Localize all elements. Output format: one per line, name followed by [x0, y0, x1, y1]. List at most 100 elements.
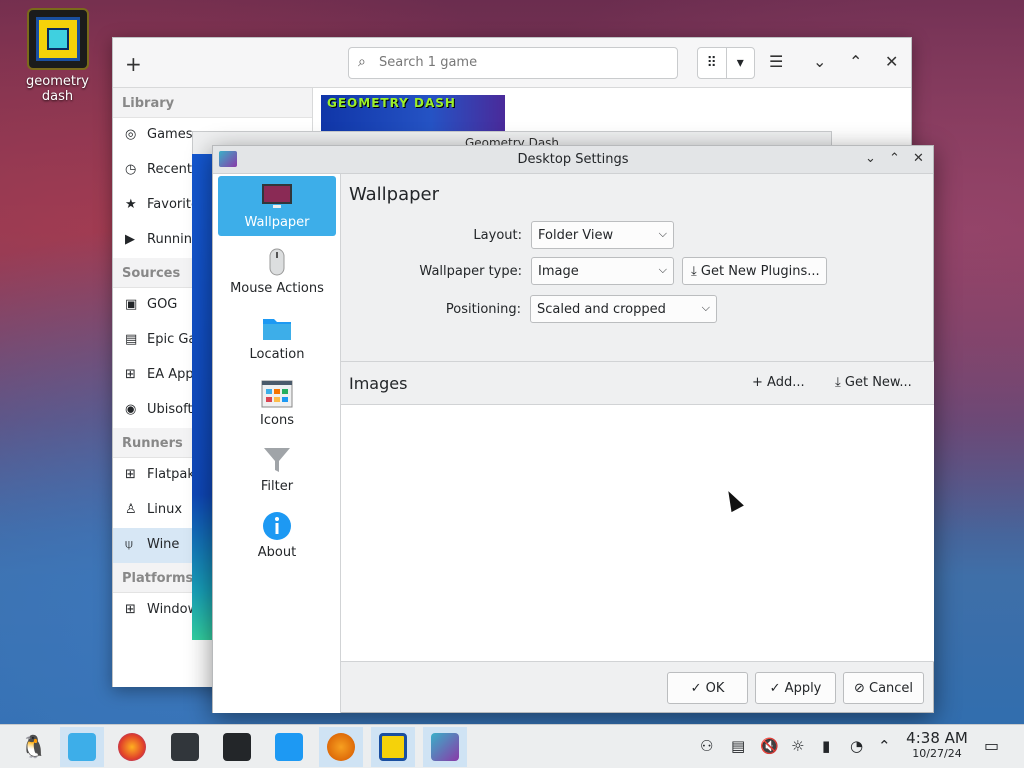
- taskbar-geometry-dash[interactable]: [371, 727, 415, 767]
- kde-connect-icon[interactable]: ⚇: [700, 737, 713, 755]
- add-image-button[interactable]: + Add...: [752, 375, 805, 390]
- nav-mouse-actions[interactable]: Mouse Actions: [218, 242, 336, 302]
- chevron-down-icon: ⌵: [658, 227, 667, 240]
- images-header: Images + Add... ⤓ Get New...: [341, 361, 934, 405]
- get-new-plugins-button[interactable]: ⤓ Get New Plugins...: [682, 257, 827, 285]
- app-launcher-button[interactable]: 🐧: [12, 727, 56, 767]
- plus-icon: +: [752, 375, 763, 390]
- page-title: Wallpaper: [349, 184, 440, 205]
- flatpak-icon: ⊞: [125, 467, 136, 482]
- nav-location[interactable]: Location: [218, 308, 336, 368]
- section-library: Library: [113, 88, 312, 118]
- desktop-settings-dialog: Desktop Settings ⌄ ⌃ ✕ Wallpaper Mouse A…: [212, 145, 934, 713]
- terminal-icon: [223, 733, 251, 761]
- taskbar-dolphin[interactable]: [60, 727, 104, 767]
- ok-button[interactable]: ✓ OK: [667, 672, 748, 704]
- show-desktop-icon[interactable]: ▭: [984, 736, 999, 755]
- brightness-icon[interactable]: ☼: [791, 737, 804, 755]
- network-icon[interactable]: ◔: [850, 737, 863, 755]
- icons-grid-icon: [261, 380, 293, 408]
- search-placeholder: Search 1 game: [379, 55, 478, 70]
- wine-icon: ⍦: [125, 537, 133, 552]
- minimize-icon[interactable]: ⌄: [813, 52, 826, 71]
- ea-icon: ⊞: [125, 367, 136, 382]
- chevron-down-icon[interactable]: ▾: [727, 48, 755, 78]
- store-icon: [275, 733, 303, 761]
- apply-button[interactable]: ✓ Apply: [755, 672, 836, 704]
- plasma-icon: [431, 733, 459, 761]
- download-icon: ⤓: [835, 375, 841, 390]
- check-icon: ✓: [690, 681, 702, 696]
- taskbar-lutris[interactable]: [319, 727, 363, 767]
- epic-icon: ▤: [125, 332, 138, 347]
- minimize-icon[interactable]: ⌄: [865, 151, 876, 166]
- mouse-icon: [269, 248, 285, 276]
- nav-filter[interactable]: Filter: [218, 440, 336, 500]
- taskbar-discover[interactable]: [267, 727, 311, 767]
- battery-icon[interactable]: ▮: [822, 737, 830, 755]
- taskbar-system-settings[interactable]: [163, 727, 207, 767]
- chevron-down-icon: ⌵: [658, 263, 667, 276]
- info-icon: [263, 512, 291, 540]
- star-icon: ★: [125, 197, 137, 212]
- clock-date: 10/27/24: [912, 747, 962, 760]
- geometry-dash-icon: [379, 733, 407, 761]
- taskbar: 🐧 ⚇ ▤ 🔇 ☼ ▮ ◔ ⌃ 4:38 AM 10/27/24 ▭: [0, 724, 1024, 768]
- wallpaper-type-select[interactable]: Image ⌵: [531, 257, 674, 285]
- volume-muted-icon[interactable]: 🔇: [760, 737, 779, 755]
- firefox-icon: [118, 733, 146, 761]
- taskbar-konsole[interactable]: [215, 727, 259, 767]
- filter-icon: [264, 448, 290, 472]
- view-toggle[interactable]: ⠿ ▾: [697, 47, 755, 79]
- settings-nav: Wallpaper Mouse Actions Location Icons F…: [213, 174, 341, 713]
- close-icon[interactable]: ✕: [913, 151, 924, 166]
- maximize-icon[interactable]: ⌃: [889, 151, 900, 166]
- game-banner[interactable]: GEOMETRY DASH: [321, 95, 505, 131]
- tux-icon: 🐧: [20, 734, 48, 760]
- sliders-icon: [171, 733, 199, 761]
- chevron-down-icon: ⌵: [701, 301, 710, 314]
- geometry-dash-icon: [26, 8, 89, 70]
- images-list[interactable]: [341, 405, 934, 661]
- play-icon: ▶: [125, 232, 135, 247]
- search-input[interactable]: ⌕ Search 1 game: [348, 47, 678, 79]
- lutris-icon: [327, 733, 355, 761]
- cancel-button[interactable]: ⊘ Cancel: [843, 672, 924, 704]
- lutris-header: + ⌕ Search 1 game ⠿ ▾ ☰ ⌄ ⌃ ✕: [113, 38, 911, 88]
- maximize-icon[interactable]: ⌃: [849, 52, 862, 71]
- get-new-wallpapers-button[interactable]: ⤓ Get New...: [835, 375, 912, 390]
- layout-label: Layout:: [473, 228, 522, 243]
- dialog-titlebar: Desktop Settings ⌄ ⌃ ✕: [213, 146, 933, 174]
- nav-icons[interactable]: Icons: [218, 374, 336, 434]
- clock-icon: ◷: [125, 162, 137, 177]
- dialog-title: Desktop Settings: [517, 152, 629, 167]
- taskbar-desktop-settings[interactable]: [423, 727, 467, 767]
- menu-icon[interactable]: ☰: [769, 52, 783, 71]
- layout-select[interactable]: Folder View ⌵: [531, 221, 674, 249]
- gog-icon: ▣: [125, 297, 138, 312]
- desktop-icon-geometry-dash[interactable]: geometry dash: [10, 8, 105, 104]
- check-icon: ✓: [769, 681, 781, 696]
- positioning-label: Positioning:: [445, 302, 521, 317]
- add-game-button[interactable]: +: [125, 52, 142, 76]
- download-icon: ⤓: [691, 264, 697, 279]
- close-icon[interactable]: ✕: [885, 52, 898, 71]
- clock[interactable]: 4:38 AM 10/27/24: [900, 731, 974, 761]
- wallpaper-type-label: Wallpaper type:: [419, 264, 522, 279]
- taskbar-firefox[interactable]: [110, 727, 154, 767]
- nav-wallpaper[interactable]: Wallpaper: [218, 176, 336, 236]
- clipboard-icon[interactable]: ▤: [731, 737, 745, 755]
- tux-icon: ♙: [125, 502, 137, 517]
- dialog-footer: ✓ OK ✓ Apply ⊘ Cancel: [341, 661, 934, 713]
- positioning-select[interactable]: Scaled and cropped ⌵: [530, 295, 717, 323]
- settings-main: Wallpaper Layout: Folder View ⌵ Wallpaper…: [341, 174, 934, 713]
- cancel-icon: ⊘: [853, 681, 865, 696]
- grid-view-icon[interactable]: ⠿: [698, 48, 727, 78]
- gamepad-icon: ◎: [125, 127, 137, 142]
- search-icon: ⌕: [358, 54, 366, 70]
- nav-about[interactable]: About: [218, 506, 336, 566]
- ubisoft-icon: ◉: [125, 402, 137, 417]
- folder-icon: [263, 319, 291, 340]
- monitor-icon: [262, 184, 292, 208]
- chevron-up-icon[interactable]: ⌃: [878, 737, 891, 755]
